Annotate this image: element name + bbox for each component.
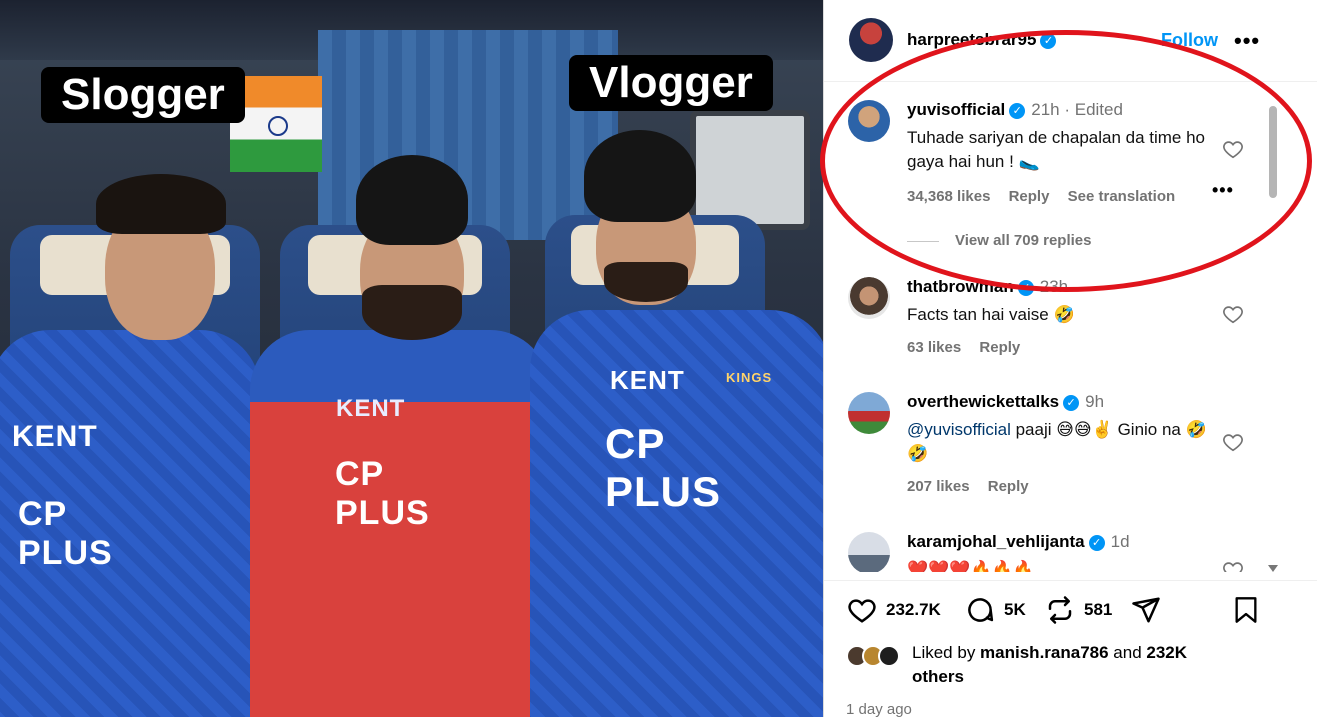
- comment-text: ❤️❤️❤️🔥🔥🔥: [907, 560, 1035, 572]
- comment-username-text[interactable]: overthewickettalks: [907, 392, 1059, 411]
- post-options-icon[interactable]: •••: [1234, 28, 1260, 54]
- comment-time: 9h: [1085, 392, 1105, 411]
- comment-button[interactable]: 5K: [964, 595, 1026, 625]
- post-sidebar: harpreetsbrar95 ✓ Follow ••• yuvisofficia…: [823, 0, 1317, 717]
- instagram-post-view: KENT CP PLUS KENT CP PLUS KENT KINGS CP …: [0, 0, 1317, 717]
- likes-count: 232.7K: [886, 600, 941, 619]
- jersey-brand-left: KENT: [12, 420, 98, 453]
- reposts-count: 581: [1084, 600, 1113, 619]
- comment-like-heart-icon[interactable]: [1222, 559, 1244, 572]
- comment-text: @yuvisofficial paaji 😅😅✌️ Ginio na 🤣🤣: [907, 418, 1207, 466]
- verified-badge-icon: ✓: [1088, 535, 1105, 551]
- liked-by-user-link[interactable]: manish.rana786: [980, 643, 1109, 662]
- liked-by-count[interactable]: 232K: [1146, 643, 1187, 662]
- comment-item: overthewickettalks ✓ 9h @yuvisofficial paa…: [824, 392, 1294, 502]
- comment-text: Facts tan hai vaise 🤣: [907, 305, 1075, 324]
- comment-meta: 63 likes Reply: [907, 339, 1034, 356]
- save-button[interactable]: [1232, 595, 1268, 625]
- see-translation-button[interactable]: See translation: [1068, 188, 1176, 205]
- commenter-avatar[interactable]: [848, 277, 890, 319]
- reply-button[interactable]: Reply: [979, 339, 1020, 356]
- owner-avatar[interactable]: [849, 18, 893, 62]
- commenter-avatar[interactable]: [848, 100, 890, 142]
- liked-by-prefix: Liked by: [912, 643, 981, 662]
- commenter-avatar[interactable]: [848, 532, 890, 572]
- reply-button[interactable]: Reply: [988, 478, 1029, 495]
- liked-by-others-link[interactable]: others: [912, 667, 964, 686]
- owner-username[interactable]: harpreetsbrar95 ✓: [907, 30, 1057, 50]
- comment-mention-link[interactable]: @yuvisofficial: [907, 420, 1011, 439]
- jersey-brand-right: KENT: [610, 365, 685, 395]
- comment-item: thatbrowman ✓ 23h Facts tan hai vaise 🤣 63…: [824, 277, 1294, 357]
- comment-username[interactable]: yuvisofficial ✓ 21h · Edited: [907, 100, 1123, 120]
- repost-icon: [1048, 596, 1072, 624]
- like-button[interactable]: 232.7K: [846, 595, 941, 625]
- jersey-team-right: KINGS: [726, 370, 773, 385]
- comment-time: 1d: [1110, 532, 1130, 551]
- liked-by-avatars[interactable]: [846, 645, 916, 667]
- comment-username[interactable]: thatbrowman ✓ 23h: [907, 277, 1068, 297]
- comment-text: Tuhade sariyan de chapalan da time ho ga…: [907, 128, 1206, 171]
- liked-by-middle: and: [1108, 643, 1147, 662]
- verified-badge-icon: ✓: [1017, 280, 1034, 296]
- comment-time: 23h: [1039, 277, 1069, 296]
- reply-button[interactable]: Reply: [1009, 188, 1050, 205]
- commenter-avatar[interactable]: [848, 392, 890, 434]
- owner-username-text[interactable]: harpreetsbrar95: [907, 30, 1036, 49]
- comment-likes[interactable]: 63 likes: [907, 339, 961, 356]
- scroll-down-arrow-icon[interactable]: [1268, 565, 1278, 572]
- comment-username[interactable]: overthewickettalks ✓ 9h: [907, 392, 1104, 412]
- post-timestamp[interactable]: 1 day ago: [846, 701, 912, 717]
- comment-username-text[interactable]: thatbrowman: [907, 277, 1014, 296]
- share-paper-plane-icon: [1132, 597, 1160, 623]
- comment-like-heart-icon[interactable]: [1222, 431, 1244, 453]
- post-header: harpreetsbrar95 ✓ Follow •••: [824, 0, 1317, 82]
- comment-likes[interactable]: 207 likes: [907, 478, 970, 495]
- comment-item: karamjohal_vehlijanta ✓ 1d ❤️❤️❤️🔥🔥🔥: [824, 532, 1294, 572]
- comments-list[interactable]: yuvisofficial ✓ 21h · Edited Tuhade sariya…: [824, 82, 1294, 572]
- jersey-sponsor-left: CP PLUS: [18, 495, 113, 572]
- jersey-sponsor-right: CP PLUS: [605, 420, 722, 515]
- comment-meta: 207 likes Reply: [907, 478, 1043, 495]
- verified-badge-icon: ✓: [1063, 395, 1080, 411]
- share-button[interactable]: [1130, 595, 1170, 625]
- caption-slogger: Slogger: [41, 67, 245, 123]
- comments-scrollbar[interactable]: [1266, 100, 1280, 572]
- bus-panel: [690, 110, 810, 230]
- comment-meta: 34,368 likes Reply See translation: [907, 188, 1189, 205]
- post-photo[interactable]: KENT CP PLUS KENT CP PLUS KENT KINGS CP …: [0, 0, 823, 717]
- comments-count: 5K: [1004, 600, 1026, 619]
- verified-badge-icon: ✓: [1040, 33, 1057, 49]
- heart-icon: [848, 599, 876, 623]
- jersey-brand-middle: KENT: [336, 395, 406, 422]
- verified-badge-icon: ✓: [1009, 103, 1026, 119]
- post-actions: 232.7K 5K 581 Liked by manish.rana786 an…: [824, 580, 1317, 717]
- comment-time: 21h · Edited: [1031, 100, 1123, 119]
- comment-like-heart-icon[interactable]: [1222, 303, 1244, 325]
- comment-username[interactable]: karamjohal_vehlijanta ✓ 1d: [907, 532, 1130, 552]
- comment-username-text[interactable]: yuvisofficial: [907, 100, 1005, 119]
- caption-vlogger: Vlogger: [569, 55, 773, 111]
- comment-username-text[interactable]: karamjohal_vehlijanta: [907, 532, 1085, 551]
- comment-likes[interactable]: 34,368 likes: [907, 188, 990, 205]
- scroll-thumb[interactable]: [1269, 106, 1277, 198]
- view-replies-button[interactable]: View all 709 replies: [907, 232, 1091, 249]
- comment-bubble-icon: [968, 598, 994, 622]
- repost-button[interactable]: 581: [1044, 595, 1112, 625]
- comment-item: yuvisofficial ✓ 21h · Edited Tuhade sariya…: [824, 100, 1294, 260]
- jersey-sponsor-middle: CP PLUS: [335, 455, 430, 532]
- liked-by-text: Liked by manish.rana786 and 232K others: [912, 641, 1242, 689]
- follow-button[interactable]: Follow: [1161, 30, 1218, 51]
- comment-like-heart-icon[interactable]: [1222, 138, 1244, 160]
- bookmark-icon: [1235, 597, 1257, 623]
- comment-options-icon[interactable]: •••: [1212, 180, 1234, 201]
